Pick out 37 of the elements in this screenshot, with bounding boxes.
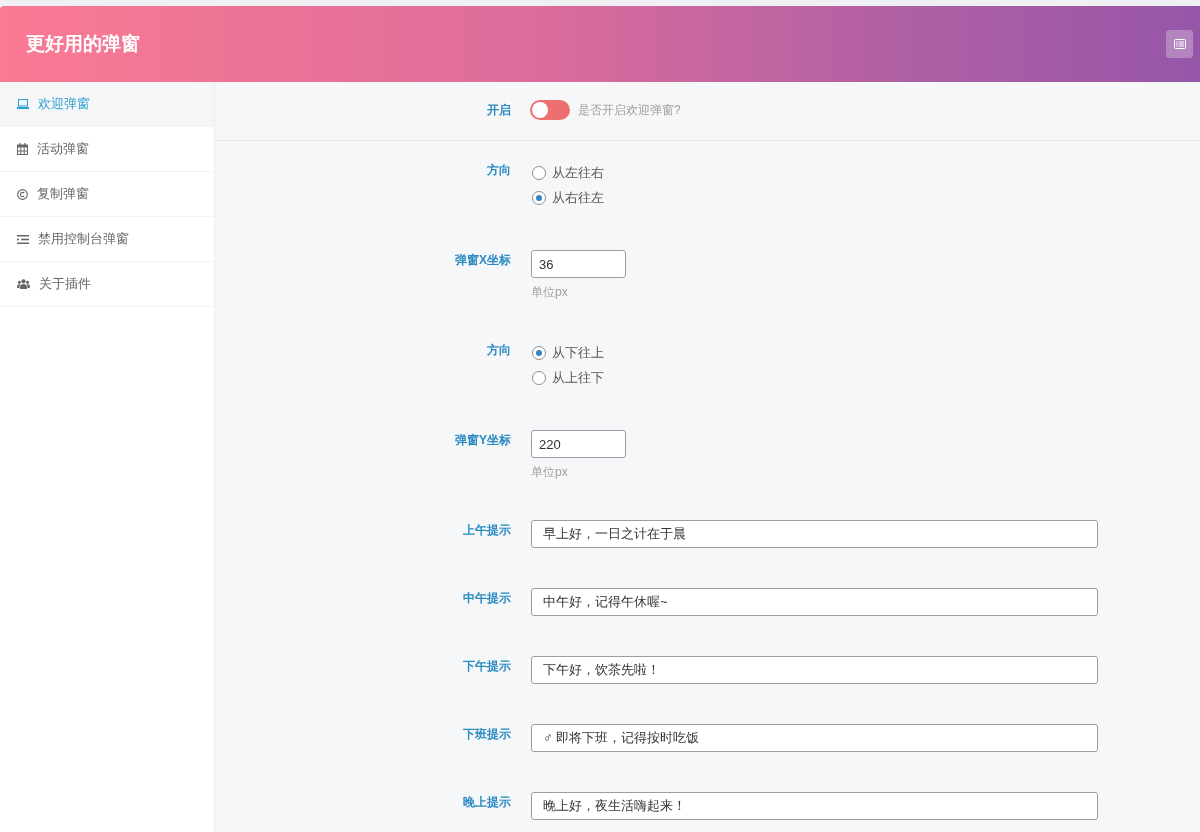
option-label: 从上往下 <box>552 368 604 387</box>
input-field[interactable]: 36 <box>531 250 626 278</box>
toggle-switch[interactable] <box>530 100 570 120</box>
list-icon <box>17 234 29 244</box>
hint-text: 单位px <box>531 284 568 300</box>
field-label: 中午提示 <box>463 590 511 607</box>
list-icon <box>1173 39 1186 49</box>
field-label: 弹窗X坐标 <box>455 252 511 269</box>
copyright-icon <box>17 188 28 200</box>
menu-button[interactable] <box>1166 30 1193 58</box>
app-title: 更好用的弹窗 <box>26 32 140 56</box>
hint-text: 是否开启欢迎弹窗? <box>578 102 681 118</box>
input-field[interactable]: 下午好，饮茶先啦！ <box>531 656 1098 684</box>
radio-button[interactable] <box>532 345 546 360</box>
input-field[interactable]: 早上好，一日之计在于晨 <box>531 520 1098 548</box>
option-label: 从左往右 <box>552 163 604 182</box>
field-label: 上午提示 <box>463 522 511 539</box>
option-label: 从下往上 <box>552 343 604 362</box>
radio-button[interactable] <box>532 165 546 180</box>
laptop-icon <box>17 99 29 109</box>
input-field[interactable]: 中午好，记得午休喔~ <box>531 588 1098 616</box>
radio-button[interactable] <box>532 190 546 205</box>
field-label: 下班提示 <box>463 726 511 743</box>
field-label: 下午提示 <box>463 658 511 675</box>
users-icon <box>17 279 30 289</box>
input-field[interactable]: 220 <box>531 430 626 458</box>
field-label: 方向 <box>487 342 511 359</box>
input-field[interactable]: ♂ 即将下班，记得按时吃饭 <box>531 724 1098 752</box>
field-label: 弹窗Y坐标 <box>455 432 511 449</box>
input-field[interactable]: 晚上好，夜生活嗨起来！ <box>531 792 1098 820</box>
field-label: 方向 <box>487 162 511 179</box>
option-label: 从右往左 <box>552 188 604 207</box>
field-label: 开启 <box>487 102 511 119</box>
calendar-icon <box>17 143 28 155</box>
hint-text: 单位px <box>531 464 568 480</box>
field-label: 晚上提示 <box>463 794 511 811</box>
radio-button[interactable] <box>532 370 546 385</box>
